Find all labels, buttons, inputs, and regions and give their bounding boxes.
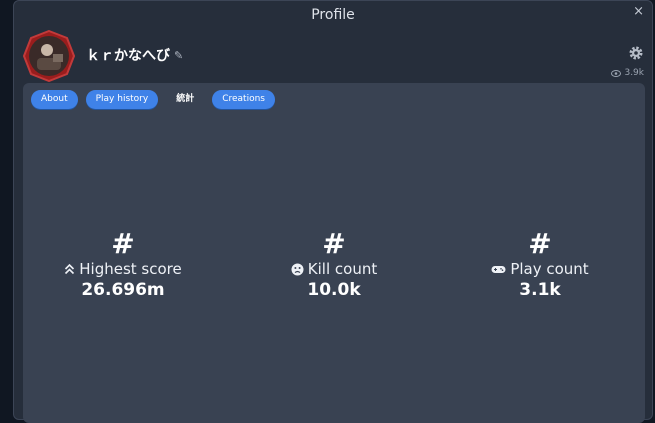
view-count: 3.9k bbox=[611, 68, 644, 78]
hash-symbol: # bbox=[528, 227, 552, 260]
gear-icon[interactable] bbox=[628, 45, 644, 61]
edit-pencil-icon[interactable]: ✎ bbox=[174, 49, 183, 62]
avatar[interactable] bbox=[22, 29, 76, 83]
sad-face-icon bbox=[291, 263, 304, 275]
stat-label: Highest score bbox=[23, 260, 223, 278]
avatar-image bbox=[22, 29, 76, 83]
stat-label-text: Kill count bbox=[307, 260, 378, 278]
window-title: Profile bbox=[311, 7, 355, 23]
stat-play-count: # Play count 3.1k bbox=[440, 228, 640, 300]
stats-panel: About Play history 統計 Creations # Highes… bbox=[23, 83, 645, 423]
profile-tabs: About Play history 統計 Creations bbox=[31, 90, 275, 109]
username-text: ｋｒかなへび bbox=[86, 48, 170, 64]
stat-label: Play count bbox=[440, 260, 640, 278]
stat-value: 10.0k bbox=[307, 280, 361, 300]
view-count-text: 3.9k bbox=[624, 68, 644, 78]
tab-stats[interactable]: 統計 bbox=[166, 90, 204, 109]
hash-symbol: # bbox=[322, 227, 346, 260]
tab-play-history[interactable]: Play history bbox=[85, 90, 159, 109]
tab-about[interactable]: About bbox=[31, 90, 78, 109]
stat-kill-count: # Kill count 10.0k bbox=[234, 228, 434, 300]
stat-label: Kill count bbox=[234, 260, 434, 278]
stat-value: 26.696m bbox=[81, 280, 165, 300]
profile-window: Profile × ｋｒかなへび ✎ 3.9k About Play histo… bbox=[13, 0, 653, 423]
close-button[interactable]: × bbox=[633, 4, 644, 19]
stat-label-text: Highest score bbox=[79, 260, 182, 278]
stat-value: 3.1k bbox=[519, 280, 561, 300]
double-chevron-up-icon bbox=[65, 263, 75, 275]
eye-icon bbox=[611, 69, 622, 77]
stat-highest-score: # Highest score 26.696m bbox=[23, 228, 223, 300]
username: ｋｒかなへび ✎ bbox=[86, 45, 183, 65]
hash-symbol: # bbox=[111, 227, 135, 260]
stat-label-text: Play count bbox=[510, 260, 589, 278]
gamepad-icon bbox=[491, 265, 506, 273]
tab-creations[interactable]: Creations bbox=[212, 90, 275, 109]
